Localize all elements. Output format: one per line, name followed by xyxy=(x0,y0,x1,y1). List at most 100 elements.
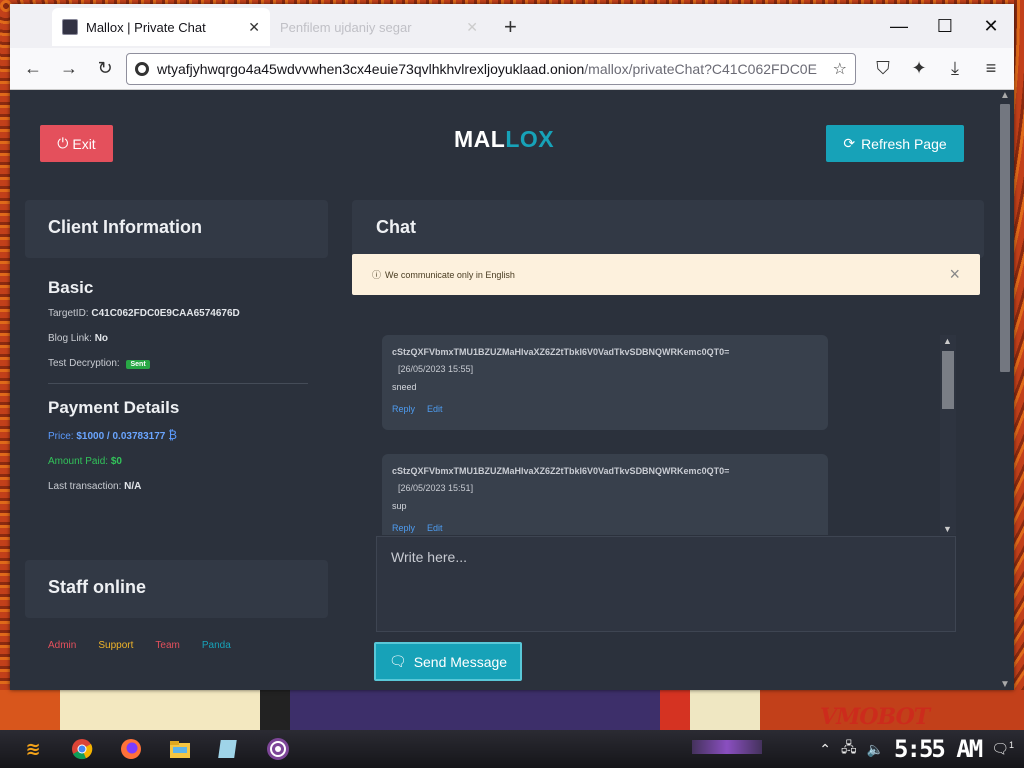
page-scrollbar[interactable]: ▲ ▼ xyxy=(994,90,1014,690)
volume-icon[interactable]: 🔈 xyxy=(867,741,884,758)
message-list[interactable]: cStzQXFVbmxTMU1BZUZMaHlvaXZ6Z2tTbkl6V0Va… xyxy=(380,335,958,535)
chrome-icon[interactable] xyxy=(66,733,98,765)
amount-paid-row: Amount Paid: $0 xyxy=(48,456,308,467)
minimize-button[interactable]: — xyxy=(876,4,922,48)
message-time: [26/05/2023 15:55] xyxy=(398,364,474,374)
edit-link[interactable]: Edit xyxy=(427,404,443,414)
folder-icon[interactable] xyxy=(164,733,196,765)
info-icon: ⓘ xyxy=(372,270,382,280)
site-logo: MALLOX xyxy=(454,126,554,153)
tab-close-icon[interactable]: ✕ xyxy=(248,19,260,36)
chat-message: cStzQXFVbmxTMU1BZUZMaHlvaXZ6Z2tTbkl6V0Va… xyxy=(382,335,828,430)
bitcoin-icon: ₿ xyxy=(168,428,177,442)
menu-icon[interactable]: ≡ xyxy=(976,54,1006,84)
last-transaction-row: Last transaction: N/A xyxy=(48,481,308,492)
logo-part2: LOX xyxy=(505,126,555,152)
broom-icon[interactable]: ✦ xyxy=(904,54,934,84)
navigation-bar: ← → ↻ wtyafjyhwqrgo4a45wdvvwhen3cx4euie7… xyxy=(10,48,1014,90)
refresh-label: Refresh Page xyxy=(861,135,947,152)
taskbar: ≋ ⌃ 🖧 🔈 5:55 AM 🗨1 xyxy=(0,730,1024,768)
site-info-icon[interactable] xyxy=(135,61,149,76)
close-window-button[interactable]: ✕ xyxy=(968,4,1014,48)
reply-link[interactable]: Reply xyxy=(392,404,415,414)
price-row: Price: $1000 / 0.03783177 ₿ xyxy=(48,428,308,442)
reload-button[interactable]: ↻ xyxy=(90,54,120,84)
chat-message: cStzQXFVbmxTMU1BZUZMaHlvaXZ6Z2tTbkl6V0Va… xyxy=(382,454,828,535)
exit-button[interactable]: ⏻ Exit xyxy=(40,125,113,162)
staff-member-team: Team xyxy=(155,640,180,651)
test-decryption-row: Test Decryption: Sent xyxy=(48,358,308,369)
price-value: $1000 / 0.03783177 xyxy=(76,431,166,442)
network-icon[interactable]: 🖧 xyxy=(841,737,857,761)
new-tab-button[interactable]: + xyxy=(504,14,517,40)
clock[interactable]: 5:55 AM xyxy=(894,735,983,763)
alert-close-icon[interactable]: × xyxy=(949,264,960,285)
tor-icon[interactable] xyxy=(262,733,294,765)
logo-part1: MAL xyxy=(454,126,506,152)
client-info-card: Client Information xyxy=(25,200,328,258)
scroll-up-icon[interactable]: ▲ xyxy=(1000,90,1010,101)
tab-strip: Mallox | Private Chat ✕ Penfilem ujdaniy… xyxy=(10,4,1014,48)
edit-link[interactable]: Edit xyxy=(427,523,443,533)
message-scrollbar[interactable]: ▲ ▼ xyxy=(940,335,956,535)
tab-close-icon[interactable]: ✕ xyxy=(466,19,478,36)
chat-title: Chat xyxy=(376,217,416,237)
staff-list: Admin Support Team Panda xyxy=(48,640,231,651)
scroll-down-icon[interactable]: ▼ xyxy=(1000,679,1010,690)
back-button[interactable]: ← xyxy=(18,54,48,84)
basic-title: Basic xyxy=(48,278,94,297)
last-label: Last transaction: xyxy=(48,481,122,492)
firefox-icon[interactable] xyxy=(115,733,147,765)
staff-card: Staff online xyxy=(25,560,328,618)
url-host: wtyafjyhwqrgo4a45wdvvwhen3cx4euie73qvlhk… xyxy=(157,60,585,77)
message-sender-id: cStzQXFVbmxTMU1BZUZMaHlvaXZ6Z2tTbkl6V0Va… xyxy=(392,347,730,357)
system-tray: ⌃ 🖧 🔈 5:55 AM 🗨1 xyxy=(819,730,1024,768)
chat-card: Chat xyxy=(352,200,984,258)
bookmark-star-icon[interactable]: ☆ xyxy=(833,59,847,79)
message-sender-id: cStzQXFVbmxTMU1BZUZMaHlvaXZ6Z2tTbkl6V0Va… xyxy=(392,466,730,476)
tab-inactive[interactable]: Penfilem ujdaniy segar ✕ xyxy=(270,8,488,46)
client-info-body: Basic TargetID: C41C062FDC0E9CAA6574676D… xyxy=(48,278,308,506)
send-message-button[interactable]: 🗨 Send Message xyxy=(374,642,522,681)
forward-button[interactable]: → xyxy=(54,54,84,84)
test-label: Test Decryption: xyxy=(48,358,120,369)
url-path: /mallox/privateChat?C41C062FDC0E xyxy=(584,60,817,77)
start-button[interactable]: ≋ xyxy=(17,733,49,765)
message-icon: 🗨 xyxy=(388,653,407,669)
refresh-icon: ⟳ xyxy=(843,135,856,151)
last-value: N/A xyxy=(124,481,142,492)
message-input[interactable]: Write here... xyxy=(376,536,956,632)
maximize-button[interactable]: ☐ xyxy=(922,4,968,48)
staff-member-support: Support xyxy=(98,640,134,651)
reply-link[interactable]: Reply xyxy=(392,523,415,533)
tab-active[interactable]: Mallox | Private Chat ✕ xyxy=(52,8,270,46)
send-label: Send Message xyxy=(413,653,508,670)
refresh-button[interactable]: ⟳ Refresh Page xyxy=(826,125,964,162)
paid-label: Amount Paid: xyxy=(48,456,109,467)
exit-label: Exit xyxy=(72,135,96,152)
divider xyxy=(48,383,308,384)
blog-label: Blog Link: xyxy=(48,333,92,344)
staff-title: Staff online xyxy=(48,577,146,597)
blog-link-row: Blog Link: No xyxy=(48,333,308,344)
app-icon[interactable] xyxy=(213,733,245,765)
scroll-down-icon[interactable]: ▼ xyxy=(943,524,952,534)
window-controls: — ☐ ✕ xyxy=(876,4,1014,48)
scroll-up-icon[interactable]: ▲ xyxy=(943,336,952,346)
message-text: sneed xyxy=(392,382,417,392)
scrollbar-thumb[interactable] xyxy=(942,351,954,409)
price-label: Price: xyxy=(48,431,74,442)
power-icon: ⏻ xyxy=(57,135,69,151)
shield-icon[interactable]: ⛉ xyxy=(868,54,898,84)
status-badge: Sent xyxy=(126,360,150,369)
notifications-icon[interactable]: 🗨1 xyxy=(991,740,1014,758)
staff-member-panda: Panda xyxy=(201,640,231,651)
language-alert: ⓘ We communicate only in English × xyxy=(352,254,980,295)
address-bar[interactable]: wtyafjyhwqrgo4a45wdvvwhen3cx4euie73qvlhk… xyxy=(126,52,856,85)
chevron-up-icon[interactable]: ⌃ xyxy=(819,741,831,758)
target-id-row: TargetID: C41C062FDC0E9CAA6574676D xyxy=(48,308,308,319)
scrollbar-thumb[interactable] xyxy=(1000,104,1010,372)
tab-title: Penfilem ujdaniy segar xyxy=(280,19,412,35)
notification-count: 1 xyxy=(1008,740,1014,751)
downloads-icon[interactable]: ⤓ xyxy=(940,54,970,84)
